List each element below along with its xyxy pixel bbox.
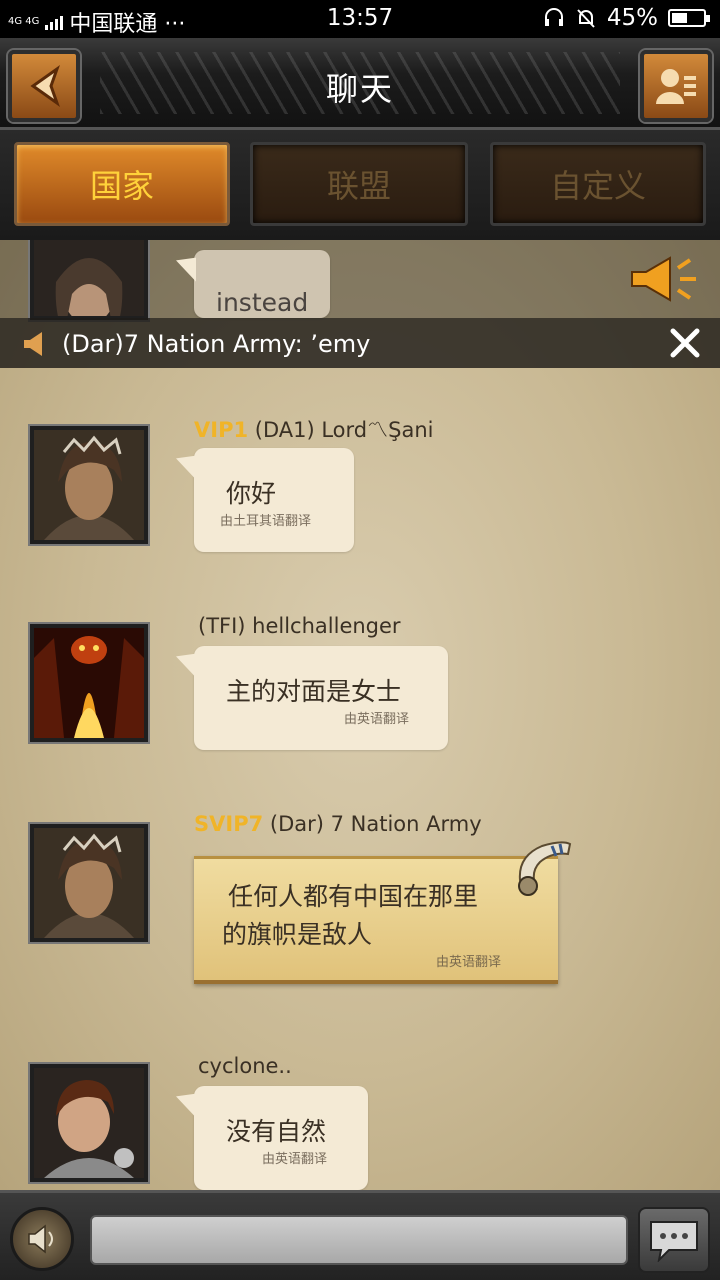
contacts-button[interactable] [640,50,712,122]
status-bar: 4G 4G 中国联通 ··· 13:57 45% [0,0,720,38]
sender-name: SVIP7 (Dar) 7 Nation Army [194,812,482,836]
avatar-portrait [34,828,144,938]
message-text: 你好 [226,479,277,508]
chat-bubble: 没有自然 由英语翻译 [194,1086,368,1190]
translation-note: 由英语翻译 [344,712,410,727]
battery-percent: 45% [606,5,658,31]
sender-name: (TFI) hellchallenger [198,614,401,638]
chat-bubble: instead [194,250,330,318]
announcement-bar[interactable]: (Dar)7 Nation Army: ’emy [0,318,720,368]
chat-list[interactable]: instead VIP1 (DA1) Lord〽Şani 你好 由土耳其语翻译 … [0,240,720,1190]
tab-country[interactable]: 国家 [14,142,230,226]
avatar-portrait [34,628,144,738]
app-header: 聊天 [0,38,720,130]
message-input[interactable] [90,1215,628,1265]
message-text-line2: 的旗帜是敌人 [222,920,373,949]
sender-label: cyclone.. [198,1054,292,1078]
vip-badge: VIP1 [194,418,249,442]
chat-bubble-icon [650,1221,698,1262]
avatar[interactable] [28,822,150,944]
chat-bubble: 主的对面是女士 由英语翻译 [194,646,448,750]
voice-icon [28,1224,53,1254]
chat-bubble: 你好 由土耳其语翻译 [194,448,354,552]
mute-bell-icon [577,9,595,28]
contacts-icon [656,69,696,104]
sender-name: cyclone.. [198,1054,292,1078]
input-bar [0,1190,720,1280]
vip-badge: SVIP7 [194,812,264,836]
tab-custom[interactable]: 自定义 [490,142,706,226]
avatar[interactable] [28,240,150,322]
sender-label: (DA1) Lord〽Şani [254,418,434,442]
world-broadcast-button[interactable] [628,254,700,308]
avatar-portrait [34,430,144,540]
message-text: 没有自然 [226,1117,327,1146]
avatar-portrait [34,240,144,316]
avatar-portrait [34,1068,144,1178]
scroll-bubble: 任何人都有中国在那里 的旗帜是敌人 由英语翻译 [194,856,558,984]
translation-note: 由英语翻译 [436,955,502,970]
tab-alliance[interactable]: 联盟 [250,142,468,226]
speaker-icon [24,332,42,356]
sender-label: (TFI) hellchallenger [198,614,401,638]
avatar[interactable] [28,622,150,744]
battery-icon [668,9,710,27]
horn-icon [518,841,572,896]
send-button[interactable] [638,1207,710,1273]
megaphone-icon [631,256,696,302]
translation-note: 由英语翻译 [262,1152,328,1167]
channel-tabs: 国家 联盟 自定义 [0,130,720,240]
message-text: instead [216,288,309,317]
status-right: 45% [543,5,710,31]
translation-note: 由土耳其语翻译 [220,514,312,529]
avatar[interactable] [28,1062,150,1184]
sender-label: (Dar) 7 Nation Army [269,812,482,836]
announcement-text: (Dar)7 Nation Army: ’emy [62,330,371,358]
avatar[interactable] [28,424,150,546]
message-text: 主的对面是女士 [226,677,402,706]
page-title: 聊天 [325,70,394,108]
message-text-line1: 任何人都有中国在那里 [228,882,479,911]
voice-button[interactable] [10,1207,74,1271]
sender-name: VIP1 (DA1) Lord〽Şani [194,414,433,444]
close-icon[interactable] [668,326,702,360]
headset-icon [544,8,563,26]
